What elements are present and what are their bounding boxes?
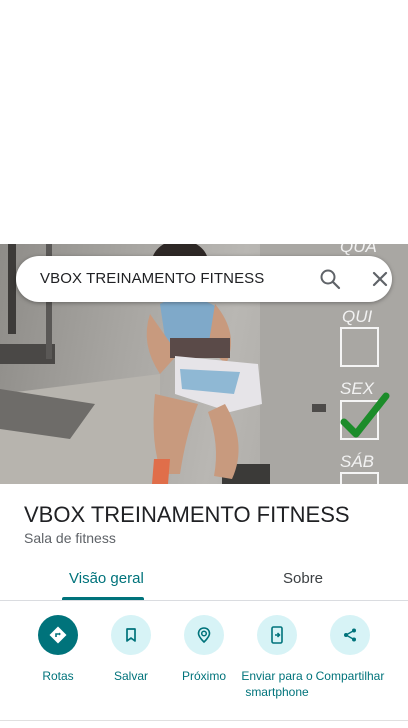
save-label: Salvar	[113, 669, 148, 683]
share-label: Compartilhar	[315, 669, 385, 683]
directions-label: Rotas	[42, 669, 74, 683]
nearby-icon	[184, 615, 224, 655]
map-blank-area	[0, 0, 408, 244]
close-icon[interactable]	[368, 267, 392, 291]
active-tab-indicator	[62, 597, 144, 600]
send-to-phone-label: Enviar para o smartphone	[241, 669, 313, 699]
share-button[interactable]: Compartilhar	[310, 612, 390, 684]
send-to-phone-button[interactable]: Enviar para o smartphone	[237, 612, 317, 700]
send-to-phone-icon	[257, 615, 297, 655]
action-buttons: Rotas Salvar Próximo Enviar para o smart…	[0, 612, 408, 722]
search-input[interactable]: VBOX TREINAMENTO FITNESS	[40, 270, 264, 287]
place-category: Sala de fitness	[24, 530, 116, 546]
day-label-qui: QUI	[342, 307, 373, 326]
place-tabs: Visão geral Sobre	[0, 560, 408, 601]
place-title: VBOX TREINAMENTO FITNESS	[24, 502, 350, 527]
directions-button[interactable]: Rotas	[18, 612, 98, 684]
day-label-qua: QUA	[340, 244, 377, 256]
directions-icon	[38, 615, 78, 655]
tab-overview[interactable]: Visão geral	[69, 570, 144, 587]
day-label-sex: SEX	[340, 379, 375, 398]
tab-about[interactable]: Sobre	[283, 570, 323, 587]
nearby-label: Próximo	[181, 669, 226, 683]
bookmark-icon	[111, 615, 151, 655]
search-icon[interactable]	[318, 267, 342, 291]
share-icon	[330, 615, 370, 655]
save-button[interactable]: Salvar	[91, 612, 171, 684]
search-bar[interactable]: VBOX TREINAMENTO FITNESS	[16, 256, 392, 302]
nearby-button[interactable]: Próximo	[164, 612, 244, 684]
divider	[0, 720, 408, 721]
day-label-sab: SÁB	[340, 452, 374, 471]
